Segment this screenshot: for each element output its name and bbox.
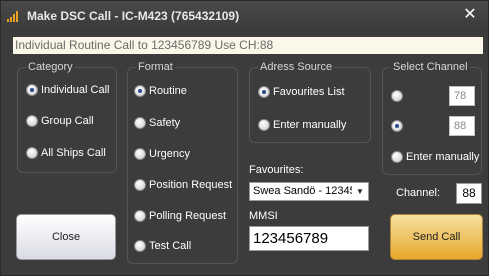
radio-label: Position Request <box>149 179 233 191</box>
format-label: Format <box>136 61 175 73</box>
radio-dot <box>134 210 146 222</box>
title-bar: Make DSC Call - IC-M423 (765432109) ✕ <box>1 1 488 31</box>
channel-option1-radio[interactable] <box>391 89 407 105</box>
category-all-ships-radio[interactable]: All Ships Call <box>26 146 116 162</box>
format-test-call-radio[interactable]: Test Call <box>134 239 234 255</box>
close-icon[interactable]: ✕ <box>462 6 478 24</box>
call-summary: Individual Routine Call to 123456789 Use… <box>13 37 483 54</box>
favourites-label: Favourites: <box>249 164 304 176</box>
address-source-label: Adress Source <box>258 61 335 73</box>
format-safety-radio[interactable]: Safety <box>134 116 234 132</box>
address-manual-radio[interactable]: Enter manually <box>258 118 368 134</box>
radio-dot <box>26 84 38 96</box>
radio-dot <box>26 147 38 159</box>
category-individual-radio[interactable]: Individual Call <box>26 83 116 99</box>
category-group-radio[interactable]: Group Call <box>26 114 116 130</box>
select-channel-label: Select Channel <box>391 61 470 73</box>
radio-label: Enter manually <box>273 119 347 131</box>
radio-dot <box>258 86 270 98</box>
radio-label: Safety <box>149 117 181 129</box>
format-polling-request-radio[interactable]: Polling Request <box>134 209 234 225</box>
radio-label: Enter manually <box>406 151 480 163</box>
channel-option1-value: 78 <box>449 86 475 106</box>
close-button[interactable]: Close <box>16 214 116 260</box>
channel-option2-value: 88 <box>449 116 475 136</box>
radio-dot <box>26 115 38 127</box>
radio-label: Favourites List <box>273 86 345 98</box>
radio-dot <box>134 148 146 160</box>
mmsi-field[interactable]: 123456789 <box>249 226 369 251</box>
format-urgency-radio[interactable]: Urgency <box>134 147 234 163</box>
window-title: Make DSC Call - IC-M423 (765432109) <box>27 9 240 23</box>
channel-manual-radio[interactable]: Enter manually <box>391 150 481 166</box>
radio-label: Group Call <box>41 115 94 127</box>
radio-dot <box>391 151 403 163</box>
radio-dot <box>391 90 403 102</box>
signal-bars-icon <box>7 10 21 22</box>
radio-label: Routine <box>149 85 187 97</box>
category-label: Category <box>26 61 75 73</box>
format-routine-radio[interactable]: Routine <box>134 84 234 100</box>
radio-label: All Ships Call <box>41 147 106 159</box>
mmsi-label: MMSI <box>249 210 278 222</box>
radio-dot <box>134 179 146 191</box>
radio-label: Test Call <box>149 240 192 252</box>
format-position-request-radio[interactable]: Position Request <box>134 178 236 194</box>
favourites-dropdown[interactable]: Swea Sandö - 123456789 ▼ <box>249 182 369 201</box>
radio-label: Polling Request <box>149 210 227 222</box>
channel-field[interactable]: 88 <box>456 183 482 204</box>
radio-label: Individual Call <box>41 84 110 96</box>
radio-dot <box>134 240 146 252</box>
radio-dot <box>134 117 146 129</box>
dsc-call-window: Make DSC Call - IC-M423 (765432109) ✕ In… <box>0 0 489 276</box>
radio-label: Urgency <box>149 148 190 160</box>
address-favourites-radio[interactable]: Favourites List <box>258 85 368 101</box>
radio-dot <box>134 85 146 97</box>
channel-label: Channel: <box>396 187 441 199</box>
chevron-down-icon: ▼ <box>352 183 368 200</box>
radio-dot <box>258 119 270 131</box>
channel-option2-radio[interactable] <box>391 119 407 135</box>
radio-dot <box>391 120 403 132</box>
send-call-button[interactable]: Send Call <box>390 214 483 260</box>
